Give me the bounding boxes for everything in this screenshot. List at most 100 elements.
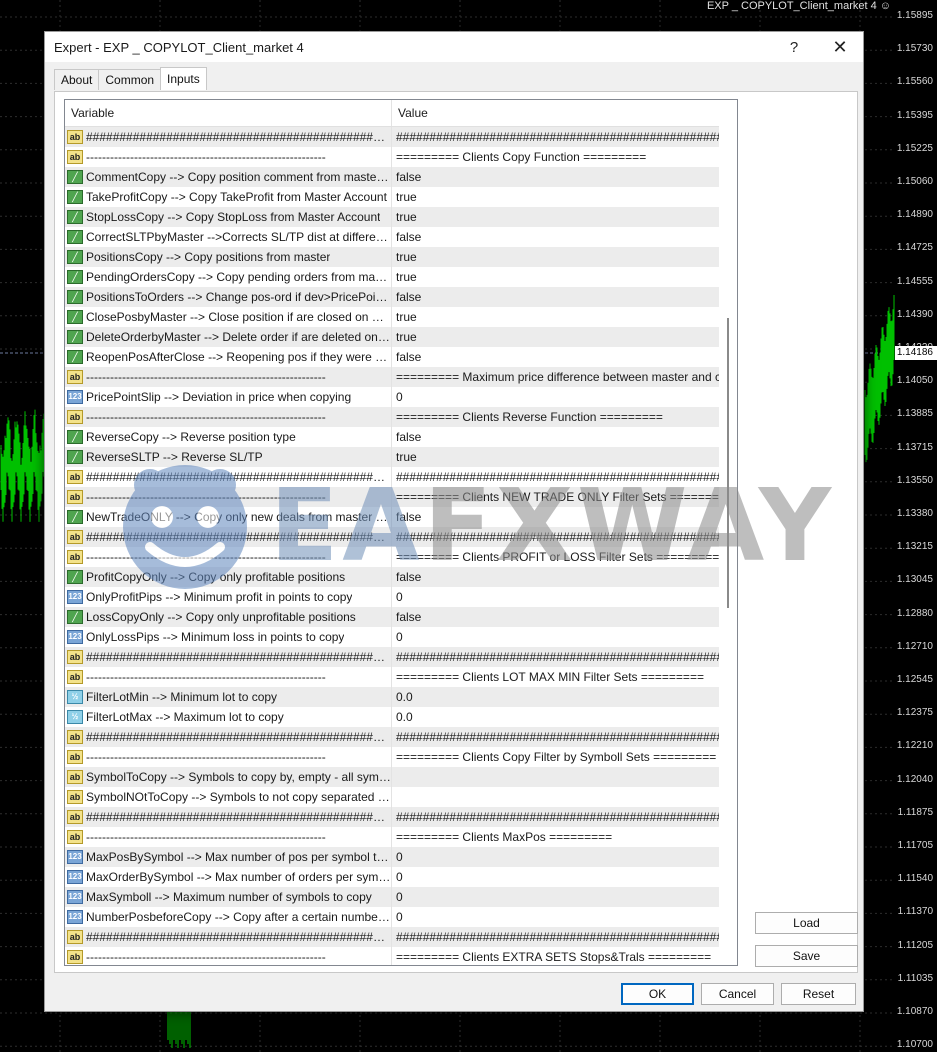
value-cell[interactable]: false bbox=[392, 507, 719, 527]
reset-button[interactable]: Reset bbox=[781, 983, 856, 1005]
table-row[interactable]: 123 MaxOrderBySymbol --> Max number of or… bbox=[65, 867, 719, 887]
table-row[interactable]: ╱ PendingOrdersCopy --> Copy pending orde… bbox=[65, 267, 719, 287]
table-row[interactable]: ab ######################################… bbox=[65, 127, 719, 147]
cancel-button[interactable]: Cancel bbox=[701, 983, 774, 1005]
value-cell[interactable]: 0 bbox=[392, 907, 719, 927]
table-row[interactable]: ab --------------------------------------… bbox=[65, 547, 719, 567]
value-cell[interactable]: false bbox=[392, 607, 719, 627]
table-row[interactable]: ab ######################################… bbox=[65, 727, 719, 747]
value-cell[interactable]: ========= Clients Reverse Function =====… bbox=[392, 407, 719, 427]
table-row[interactable]: ╱ LossCopyOnly --> Copy only unprofitable… bbox=[65, 607, 719, 627]
table-row[interactable]: ╱ PositionsToOrders --> Change pos-ord if… bbox=[65, 287, 719, 307]
value-cell[interactable]: ========= Clients MaxPos ========= bbox=[392, 827, 719, 847]
value-cell[interactable]: 0 bbox=[392, 867, 719, 887]
table-row[interactable]: 123 PricePointSlip --> Deviation in price… bbox=[65, 387, 719, 407]
table-row[interactable]: ╱ ClosePosbyMaster --> Close position if … bbox=[65, 307, 719, 327]
table-row[interactable]: ╱ ProfitCopyOnly --> Copy only profitable… bbox=[65, 567, 719, 587]
save-button[interactable]: Save bbox=[755, 945, 858, 967]
value-cell[interactable]: 0.0 bbox=[392, 687, 719, 707]
table-row[interactable]: ╱ ReverseSLTP --> Reverse SL/TP true bbox=[65, 447, 719, 467]
value-cell[interactable]: ========= Clients Copy Function ========… bbox=[392, 147, 719, 167]
value-cell[interactable]: true bbox=[392, 247, 719, 267]
value-cell[interactable]: true bbox=[392, 187, 719, 207]
value-cell[interactable]: ########################################… bbox=[392, 527, 719, 547]
table-row[interactable]: ab --------------------------------------… bbox=[65, 367, 719, 387]
table-row[interactable]: ╱ DeleteOrderbyMaster --> Delete order if… bbox=[65, 327, 719, 347]
table-row[interactable]: 123 NumberPosbeforeCopy --> Copy after a … bbox=[65, 907, 719, 927]
vertical-scrollbar[interactable] bbox=[719, 100, 737, 965]
value-cell[interactable]: ########################################… bbox=[392, 127, 719, 147]
table-row[interactable]: 123 MaxSymboll --> Maximum number of symb… bbox=[65, 887, 719, 907]
value-cell[interactable]: false bbox=[392, 567, 719, 587]
value-cell[interactable]: ========= Clients EXTRA SETS Stops&Trals… bbox=[392, 947, 719, 965]
table-row[interactable]: ab --------------------------------------… bbox=[65, 667, 719, 687]
table-row[interactable]: 123 OnlyLossPips --> Minimum loss in poin… bbox=[65, 627, 719, 647]
value-cell[interactable]: ########################################… bbox=[392, 927, 719, 947]
value-cell[interactable]: false bbox=[392, 227, 719, 247]
value-cell[interactable]: 0 bbox=[392, 847, 719, 867]
table-row[interactable]: ╱ ReopenPosAfterClose --> Reopening pos i… bbox=[65, 347, 719, 367]
value-cell[interactable]: 0.0 bbox=[392, 707, 719, 727]
grid-header: Variable Value bbox=[65, 100, 737, 127]
price-tick: 1.13380 bbox=[896, 508, 933, 519]
table-row[interactable]: ab --------------------------------------… bbox=[65, 747, 719, 767]
ok-button[interactable]: OK bbox=[621, 983, 694, 1005]
tab-about[interactable]: About bbox=[54, 69, 100, 90]
table-row[interactable]: ab --------------------------------------… bbox=[65, 487, 719, 507]
table-row[interactable]: ½ FilterLotMax --> Maximum lot to copy 0.0 bbox=[65, 707, 719, 727]
table-row[interactable]: ab ######################################… bbox=[65, 527, 719, 547]
load-button[interactable]: Load bbox=[755, 912, 858, 934]
table-row[interactable]: ╱ TakeProfitCopy --> Copy TakeProfit from… bbox=[65, 187, 719, 207]
scrollbar-thumb[interactable] bbox=[727, 318, 729, 608]
table-row[interactable]: ab SymbolToCopy --> Symbols to copy by, e… bbox=[65, 767, 719, 787]
table-row[interactable]: ab ######################################… bbox=[65, 467, 719, 487]
value-cell[interactable]: ========= Clients NEW TRADE ONLY Filter … bbox=[392, 487, 719, 507]
value-cell[interactable]: true bbox=[392, 447, 719, 467]
table-row[interactable]: ab ######################################… bbox=[65, 807, 719, 827]
value-cell[interactable]: 0 bbox=[392, 887, 719, 907]
table-row[interactable]: ╱ CorrectSLTPbyMaster -->Corrects SL/TP d… bbox=[65, 227, 719, 247]
table-row[interactable]: ab SymbolNOtToCopy --> Symbols to not cop… bbox=[65, 787, 719, 807]
value-cell[interactable]: 0 bbox=[392, 587, 719, 607]
value-cell[interactable] bbox=[392, 767, 719, 787]
value-cell[interactable]: 0 bbox=[392, 627, 719, 647]
tab-inputs[interactable]: Inputs bbox=[160, 67, 207, 90]
value-cell[interactable]: ========= Maximum price difference betwe… bbox=[392, 367, 719, 387]
value-cell[interactable]: false bbox=[392, 167, 719, 187]
table-row[interactable]: ab ######################################… bbox=[65, 927, 719, 947]
value-cell[interactable]: true bbox=[392, 327, 719, 347]
table-row[interactable]: ╱ StopLossCopy --> Copy StopLoss from Mas… bbox=[65, 207, 719, 227]
table-row[interactable]: 123 MaxPosBySymbol --> Max number of pos … bbox=[65, 847, 719, 867]
table-row[interactable]: ab --------------------------------------… bbox=[65, 827, 719, 847]
table-row[interactable]: ╱ PositionsCopy --> Copy positions from m… bbox=[65, 247, 719, 267]
value-cell[interactable]: true bbox=[392, 307, 719, 327]
table-row[interactable]: ╱ CommentCopy --> Copy position comment f… bbox=[65, 167, 719, 187]
value-cell[interactable]: ========= Clients LOT MAX MIN Filter Set… bbox=[392, 667, 719, 687]
value-cell[interactable]: ========= Clients Copy Filter by Symboll… bbox=[392, 747, 719, 767]
column-header-value[interactable]: Value bbox=[392, 100, 737, 126]
tab-common[interactable]: Common bbox=[98, 69, 162, 90]
value-cell[interactable]: 0 bbox=[392, 387, 719, 407]
value-cell[interactable]: false bbox=[392, 287, 719, 307]
table-row[interactable]: ╱ ReverseCopy --> Reverse position type fa… bbox=[65, 427, 719, 447]
table-row[interactable]: ╱ NewTradeONLY --> Copy only new deals fr… bbox=[65, 507, 719, 527]
value-cell[interactable]: true bbox=[392, 207, 719, 227]
table-row[interactable]: ab ######################################… bbox=[65, 647, 719, 667]
table-row[interactable]: ab --------------------------------------… bbox=[65, 947, 719, 965]
table-row[interactable]: ab --------------------------------------… bbox=[65, 147, 719, 167]
value-cell[interactable]: false bbox=[392, 347, 719, 367]
help-button[interactable]: ? bbox=[781, 36, 807, 58]
close-icon[interactable]: ✕ bbox=[827, 36, 853, 58]
value-cell[interactable]: ########################################… bbox=[392, 647, 719, 667]
table-row[interactable]: 123 OnlyProfitPips --> Minimum profit in … bbox=[65, 587, 719, 607]
value-cell[interactable]: false bbox=[392, 427, 719, 447]
value-cell[interactable]: true bbox=[392, 267, 719, 287]
table-row[interactable]: ½ FilterLotMin --> Minimum lot to copy 0.0 bbox=[65, 687, 719, 707]
value-cell[interactable]: ========= Clients PROFIT or LOSS Filter … bbox=[392, 547, 719, 567]
value-cell[interactable]: ########################################… bbox=[392, 807, 719, 827]
column-header-variable[interactable]: Variable bbox=[65, 100, 392, 126]
value-cell[interactable]: ########################################… bbox=[392, 467, 719, 487]
value-cell[interactable] bbox=[392, 787, 719, 807]
table-row[interactable]: ab --------------------------------------… bbox=[65, 407, 719, 427]
value-cell[interactable]: ########################################… bbox=[392, 727, 719, 747]
